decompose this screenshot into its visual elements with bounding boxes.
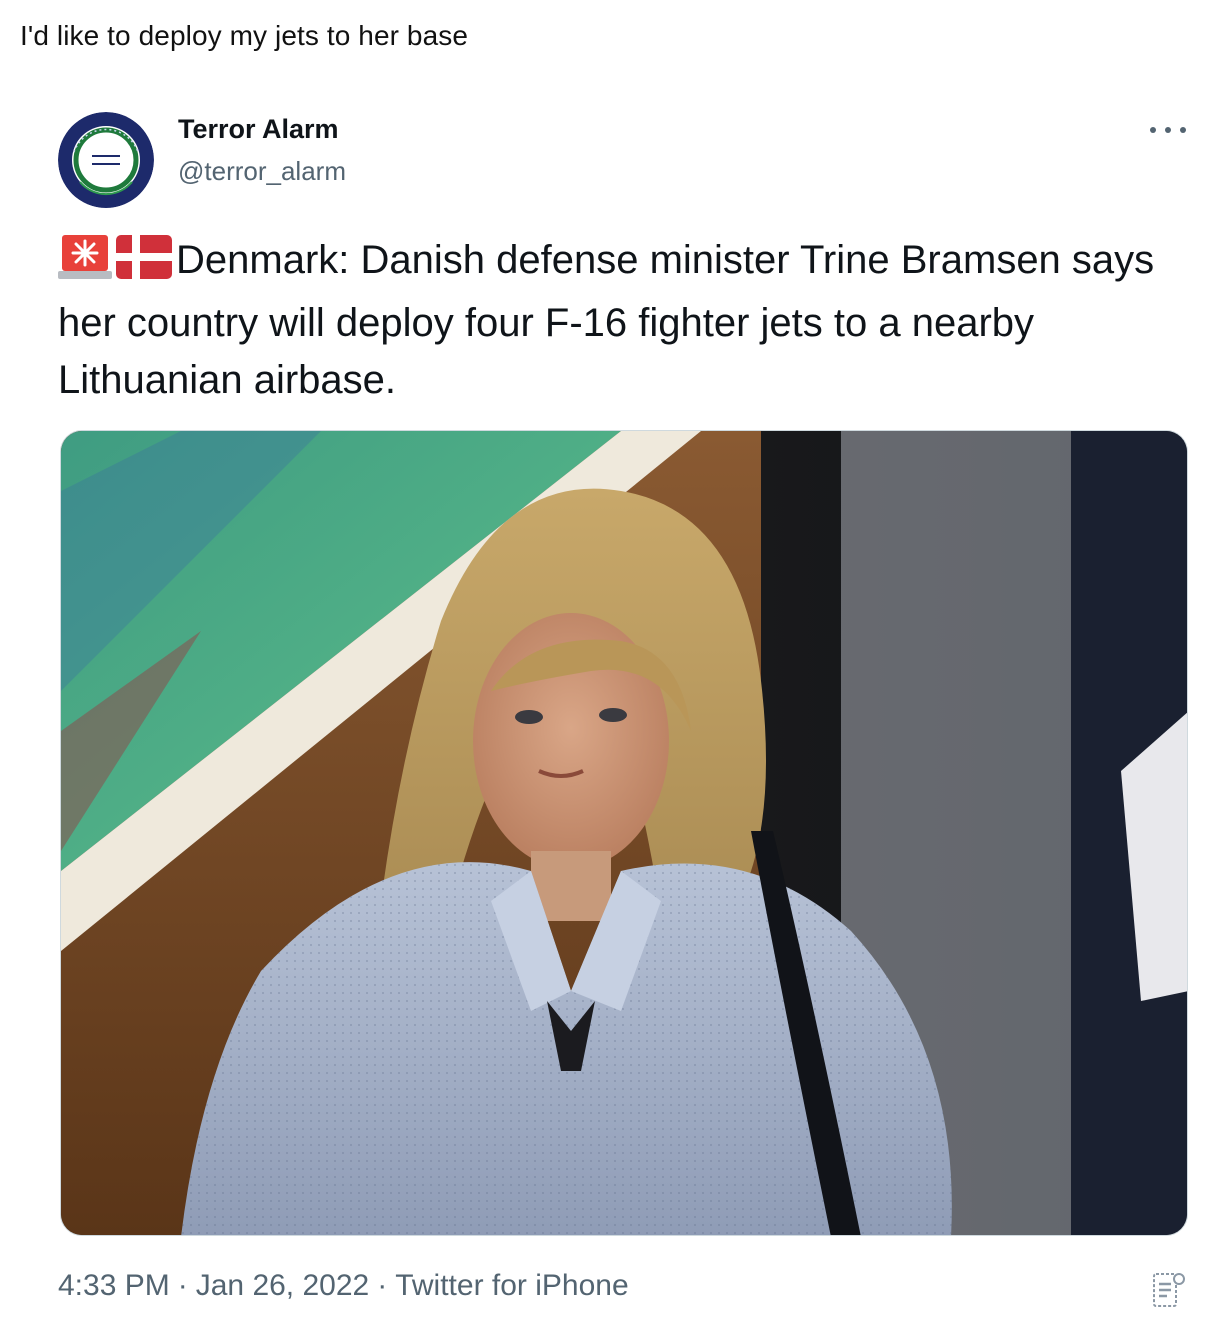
tweet-time[interactable]: 4:33 PM [58,1269,170,1302]
tweet-photo[interactable] [60,430,1188,1236]
tweet-card: Terror Alarm @terror_alarm Denmark: Dani… [22,92,1216,1344]
rotating-light-icon [58,233,112,295]
tweet-text: Denmark: Danish defense minister Trine B… [58,232,1178,409]
more-options-icon[interactable] [1150,118,1186,142]
meta-separator: · [377,1269,388,1302]
tweet-body: Denmark: Danish defense minister Trine B… [58,238,1155,402]
tweet-analytics-icon[interactable] [1152,1270,1186,1310]
meta-separator: · [177,1269,188,1302]
tweet-date[interactable]: Jan 26, 2022 [196,1269,369,1302]
author-name[interactable]: Terror Alarm [178,114,339,145]
tweet-source[interactable]: Twitter for iPhone [395,1269,628,1302]
denmark-flag-icon [116,235,172,295]
author-handle[interactable]: @terror_alarm [178,156,346,187]
terror-alarm-seal-logo [58,112,154,208]
terror-alarm-logo-avatar[interactable] [58,112,154,208]
tweet-meta: 4:33 PM · Jan 26, 2022 · Twitter for iPhone [58,1269,629,1303]
post-caption: I'd like to deploy my jets to her base [20,20,469,51]
